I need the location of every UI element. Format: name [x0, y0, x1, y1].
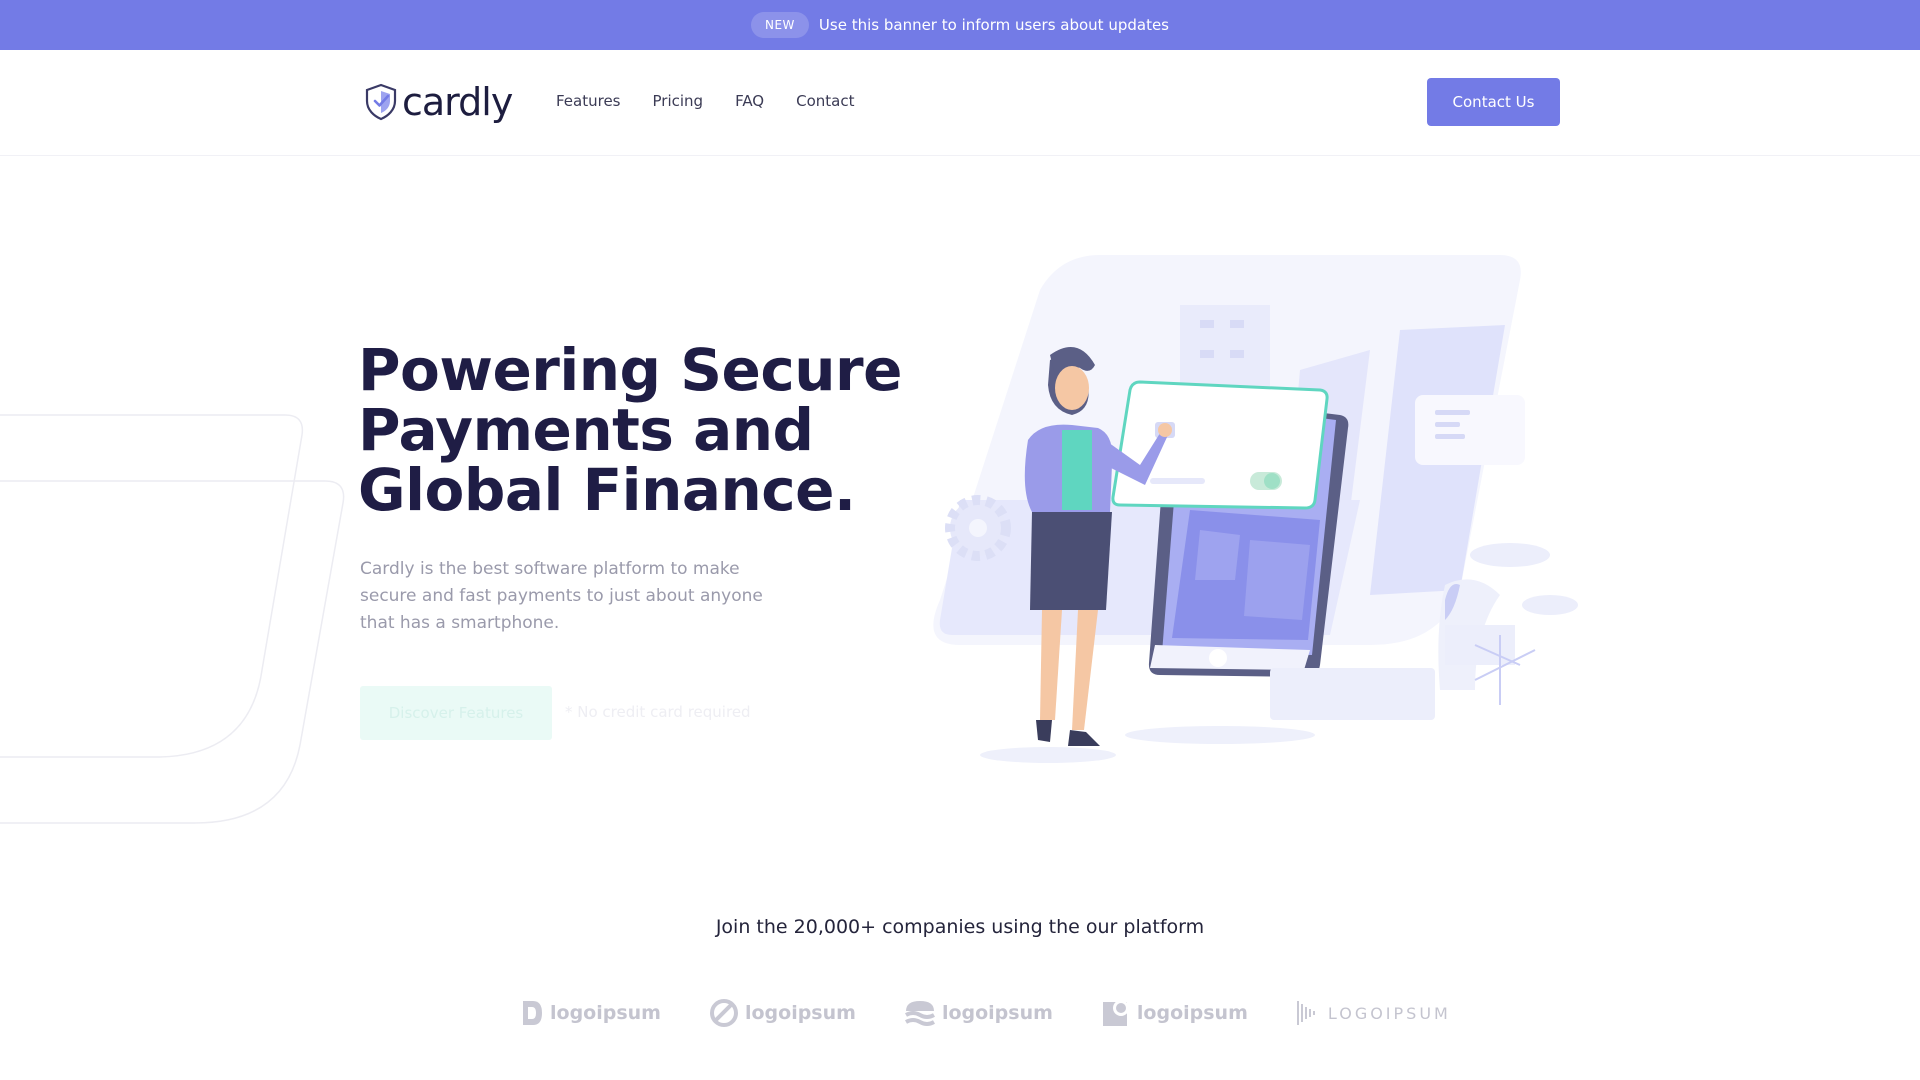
partner-logo-5: LOGOIPSUM [1296, 998, 1451, 1028]
partner-logo-5-text: LOGOIPSUM [1327, 1003, 1451, 1023]
bars-icon [1296, 1001, 1315, 1025]
nav-link-contact[interactable]: Contact [796, 92, 854, 110]
logo-wordmark: cardly [402, 80, 513, 124]
main-nav: Features Pricing FAQ Contact [556, 92, 854, 110]
site-header: cardly Features Pricing FAQ Contact Cont… [0, 50, 1920, 156]
partner-logo-1: logoipsum [520, 998, 661, 1028]
shield-check-icon [365, 83, 397, 121]
waves-icon [904, 1001, 935, 1026]
hero-subtitle: Cardly is the best software platform to … [360, 559, 763, 633]
hero-title-line-2: Payments and [358, 396, 814, 464]
partner-logo-3: logoipsum [904, 999, 1053, 1027]
contact-us-button[interactable]: Contact Us [1427, 78, 1560, 126]
square-circle-icon [1102, 1000, 1129, 1026]
partner-logo-2-text: logoipsum [744, 1002, 856, 1024]
circle-slash-icon [709, 999, 738, 1027]
hero-title-line-3: Global Finance. [358, 456, 856, 524]
hero-title-line-1: Powering Secure [358, 336, 902, 404]
discover-features-button[interactable]: Discover Features [360, 686, 552, 740]
hero-illustration [933, 255, 1578, 763]
hero-title: Powering Secure Payments and Global Fina… [358, 340, 918, 520]
decorative-card-outlines [0, 414, 345, 824]
new-badge: NEW [750, 12, 809, 38]
partner-logo-4-text: logoipsum [1136, 1002, 1248, 1024]
nav-link-pricing[interactable]: Pricing [653, 92, 704, 110]
logo-mark-icon [523, 1001, 542, 1025]
partner-logo-1-text: logoipsum [550, 1002, 661, 1024]
announcement-banner: NEW Use this banner to inform users abou… [0, 0, 1920, 50]
partner-logo-4: logoipsum [1101, 998, 1248, 1028]
nav-link-faq[interactable]: FAQ [735, 92, 764, 110]
banner-message[interactable]: Use this banner to inform users about up… [819, 16, 1169, 34]
partner-logo-2: logoipsum [709, 998, 856, 1028]
nav-link-features[interactable]: Features [556, 92, 621, 110]
social-proof-heading: Join the 20,000+ companies using the our… [715, 916, 1205, 938]
partner-logos: logoipsum logoipsum logoipsum logoipsum [520, 998, 1451, 1028]
no-credit-card-note: * No credit card required [565, 703, 751, 721]
partner-logo-3-text: logoipsum [941, 1002, 1053, 1024]
brand-logo[interactable]: cardly [364, 80, 513, 124]
